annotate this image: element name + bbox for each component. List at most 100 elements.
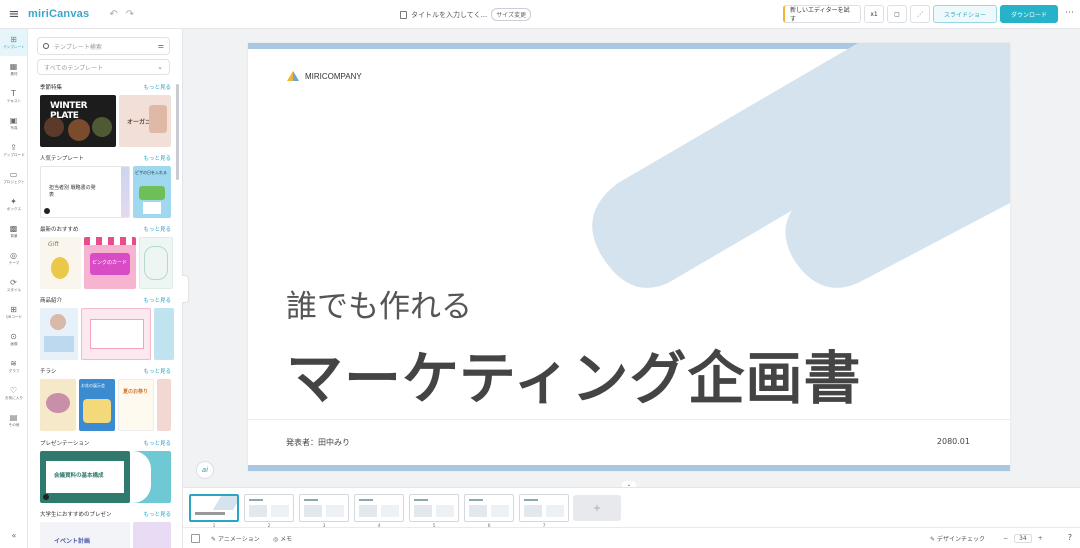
company-logo-icon [287,71,299,81]
share-icon[interactable]: ⋰ [910,5,930,23]
design-check-button[interactable]: ✎ デザインチェック [930,534,985,543]
download-button[interactable]: ダウンロード [1000,5,1058,23]
template-thumb[interactable]: Gift [40,237,81,289]
page-icon[interactable]: ▢ [887,5,907,23]
section-latest: 最新のおすすめ もっと見る Gift ピンクのカード [40,225,173,289]
page-thumbnail[interactable] [354,494,404,522]
slide-title[interactable]: マーケティング企画書 [286,333,861,415]
see-more-link[interactable]: もっと見る [143,154,171,162]
resize-tag[interactable]: サイズ変更 [491,8,532,21]
page-thumbnail[interactable] [244,494,294,522]
template-thumb[interactable] [40,379,76,431]
rail-item[interactable]: ⊙ 画像 [0,326,27,353]
slide-canvas[interactable]: MIRICOMPANY 誰でも作れる マーケティング企画書 発表者：田中みり 2… [248,43,1010,471]
rail-icon: ≋ [10,359,17,368]
template-thumb[interactable]: お花の展示会 [79,379,115,431]
rail-item[interactable]: T テキスト [0,83,27,110]
zoom-out-button[interactable]: − [1003,535,1008,542]
rail-icon: ▦ [9,62,18,71]
section-title: 人気テンプレート [40,156,84,162]
page-thumbnail[interactable] [519,494,569,522]
rail-item[interactable]: ▣ 写真 [0,110,27,137]
section-seasonal: 季節特集 もっと見る WINTER PLATE オーガニック [40,83,171,147]
slideshow-button[interactable]: スライドショー [933,5,997,23]
template-thumb[interactable] [133,522,171,548]
section-flyers: チラシ もっと見る お花の展示会 夏のお祭り [40,367,171,431]
template-thumb[interactable] [139,237,173,289]
help-icon[interactable]: ? [1068,533,1072,542]
section-title: 季節特集 [40,85,63,91]
page-thumbnail[interactable] [464,494,514,522]
template-thumb[interactable]: 会議資料の基本構成 [40,451,130,503]
panel-scrollbar[interactable] [176,84,179,180]
rail-item[interactable]: ✦ ボックス [0,191,27,218]
page-thumbnail[interactable] [409,494,459,522]
template-thumb[interactable] [133,451,171,503]
search-input[interactable]: テンプレート検索 [54,42,102,51]
rail-icon: ▩ [9,224,18,233]
date-text[interactable]: 2080.01 [937,437,970,446]
rail-item[interactable]: ⊞ QRコード [0,299,27,326]
template-thumb[interactable]: オーガニック [119,95,171,147]
template-thumb[interactable] [154,308,174,360]
template-thumb[interactable]: 担当者別 戦略書の発表 [40,166,130,218]
rail-label: その他 [8,422,19,427]
template-thumb[interactable] [40,308,78,360]
template-thumb[interactable]: ピザの日を入れる [133,166,171,218]
rail-item[interactable]: ▩ 背景 [0,218,27,245]
page-strip: + 1234567 [183,487,1080,529]
memo-button[interactable]: ◎ メモ [273,534,292,543]
see-more-link[interactable]: もっと見る [143,510,171,518]
see-more-link[interactable]: もっと見る [143,439,171,447]
template-search[interactable]: テンプレート検索 ⚌ [37,37,170,55]
slide-subtitle[interactable]: 誰でも作れる [286,281,472,326]
rail-item[interactable]: ⟳ スタイル [0,272,27,299]
redo-icon[interactable]: ↷ [126,9,142,20]
rail-label: 素材 [9,71,18,76]
template-thumb[interactable]: イベント計画 [40,522,130,548]
more-icon[interactable]: ⋯ [1065,8,1074,18]
see-more-link[interactable]: もっと見る [143,225,171,233]
rail-item[interactable]: ◎ テーマ [0,245,27,272]
section-title: プレゼンテーション [40,441,90,447]
see-more-link[interactable]: もっと見る [143,83,171,91]
document-title-text[interactable]: タイトルを入力してく... [411,10,487,20]
rail-item[interactable]: ▤ その他 [0,407,27,434]
rail-item[interactable]: ≋ グラフ [0,353,27,380]
zoom-in-button[interactable]: + [1038,535,1043,542]
filter-icon[interactable]: ⚌ [158,42,164,50]
see-more-link[interactable]: もっと見る [143,367,171,375]
document-title[interactable]: タイトルを入力してく... サイズ変更 [400,8,532,21]
app-logo[interactable]: miriCanvas [28,8,89,20]
collapse-rail-icon[interactable]: « [0,531,28,540]
animation-button[interactable]: ✎ アニメーション [211,534,260,543]
template-thumb[interactable]: 夏のお祭り [118,379,154,431]
template-thumb[interactable] [157,379,171,431]
template-thumb[interactable]: ピンクのカード [84,237,136,289]
rail-item[interactable]: ▭ プロジェクト [0,164,27,191]
ai-assistant-button[interactable]: ai [196,461,214,479]
select-value: すべてのテンプレート [44,64,104,72]
new-editor-button[interactable]: 新しいエディターを試す [783,5,861,23]
template-category-select[interactable]: すべてのテンプレート ⌄ [37,59,170,75]
add-page-button[interactable]: + [573,495,621,521]
zoom-control: − 34 + [1003,534,1043,543]
page-thumbnail[interactable] [299,494,349,522]
rail-icon: ▣ [9,116,18,125]
select-all-checkbox[interactable] [191,534,200,543]
rail-item[interactable]: ⇪ アップロード [0,137,27,164]
zoom-value[interactable]: 34 [1014,534,1032,543]
undo-icon[interactable]: ↶ [109,9,125,20]
page-thumbnail[interactable] [189,494,239,522]
template-thumb[interactable] [81,308,151,360]
see-more-link[interactable]: もっと見る [143,296,171,304]
zoom-scale-button[interactable]: x1 [864,5,884,23]
rail-item[interactable]: ▦ 素材 [0,56,27,83]
section-popular: 人気テンプレート もっと見る 担当者別 戦略書の発表 ピザの日を入れる [40,154,171,218]
presenter-text[interactable]: 発表者：田中みり [286,437,350,448]
rail-item[interactable]: ⊞ テンプレート [0,29,27,56]
hamburger-icon[interactable]: ≡ [0,7,28,22]
panel-collapse-handle[interactable] [182,275,189,303]
rail-item[interactable]: ♡ お気に入り [0,380,27,407]
template-thumb[interactable]: WINTER PLATE [40,95,116,147]
